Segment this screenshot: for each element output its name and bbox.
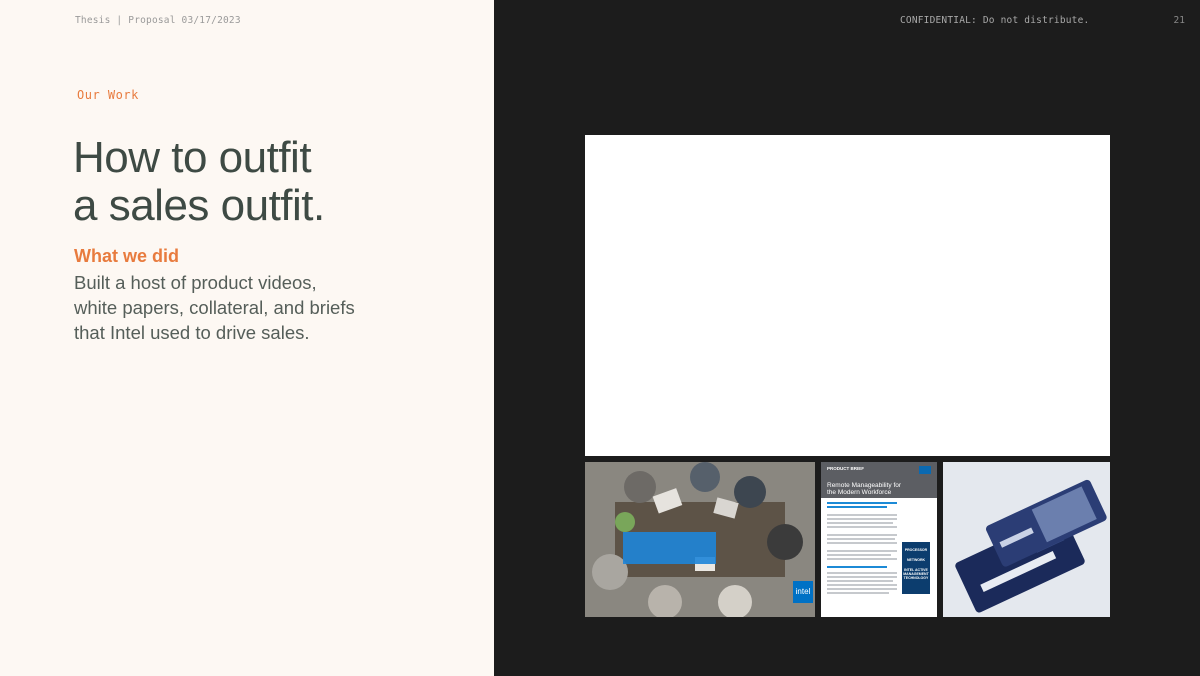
header-doc-info: Thesis | Proposal 03/17/2023: [75, 15, 241, 26]
brief-text-line: [827, 538, 895, 540]
brief-title-line-2: the Modern Workforce: [827, 489, 892, 496]
brief-text-line: [827, 576, 897, 578]
title-line-2: a sales outfit.: [73, 181, 325, 230]
page-number: 21: [1173, 15, 1185, 26]
subheading: What we did: [74, 246, 179, 266]
brief-text-line: [827, 526, 897, 528]
brief-title-line-1: Remote Manageability for: [827, 482, 902, 489]
confidential-notice: CONFIDENTIAL: Do not distribute.: [900, 15, 1090, 26]
brief-sidebar: PROCESSOR NETWORK INTEL ACTIVE MANAGEMEN…: [902, 542, 930, 594]
body-text: Built a host of product videos, white pa…: [74, 270, 404, 345]
brief-text-line: [827, 572, 897, 574]
main-work-image: [585, 135, 1110, 456]
brief-side-label: PROCESSOR: [904, 548, 928, 552]
product-brief-thumbnail: PRODUCT BRIEF Remote Manageability for t…: [821, 462, 937, 617]
section-label: Our Work: [77, 88, 139, 102]
brief-text-line: [827, 542, 897, 544]
left-panel: Thesis | Proposal 03/17/2023 Our Work Ho…: [0, 0, 494, 676]
brief-text-line: [827, 588, 897, 590]
brief-text-line: [827, 522, 893, 524]
brief-text-line: [827, 554, 891, 556]
collateral-cards-thumbnail: [943, 462, 1110, 617]
brief-subtitle-line: [827, 566, 887, 568]
brief-subtitle-line: [827, 506, 887, 508]
brief-text-line: [827, 580, 893, 582]
brief-text-line: [827, 592, 889, 594]
overlay-rectangle: [623, 532, 716, 564]
brief-tag: PRODUCT BRIEF: [827, 466, 864, 471]
brief-badge: [919, 466, 931, 474]
body-line-1: Built a host of product videos,: [74, 272, 317, 293]
brief-subtitle-line: [827, 502, 897, 504]
brief-text-line: [827, 514, 897, 516]
brief-text-line: [827, 550, 897, 552]
brief-text-line: [827, 518, 897, 520]
brief-title: Remote Manageability for the Modern Work…: [827, 482, 901, 496]
brief-header-band: PRODUCT BRIEF Remote Manageability for t…: [821, 462, 937, 498]
brief-text-line: [827, 584, 897, 586]
body-line-3: that Intel used to drive sales.: [74, 322, 310, 343]
brief-text-line: [827, 534, 897, 536]
meeting-photo-thumbnail: intel: [585, 462, 815, 617]
brief-side-label: INTEL ACTIVE MANAGEMENT TECHNOLOGY: [903, 568, 929, 580]
body-line-2: white papers, collateral, and briefs: [74, 297, 355, 318]
brief-text-line: [827, 558, 897, 560]
brief-side-label: NETWORK: [906, 558, 926, 562]
collateral-cards-illustration: [943, 462, 1110, 617]
intel-logo: intel: [793, 581, 813, 603]
title-line-1: How to outfit: [73, 133, 312, 182]
page-title: How to outfit a sales outfit.: [73, 134, 473, 230]
